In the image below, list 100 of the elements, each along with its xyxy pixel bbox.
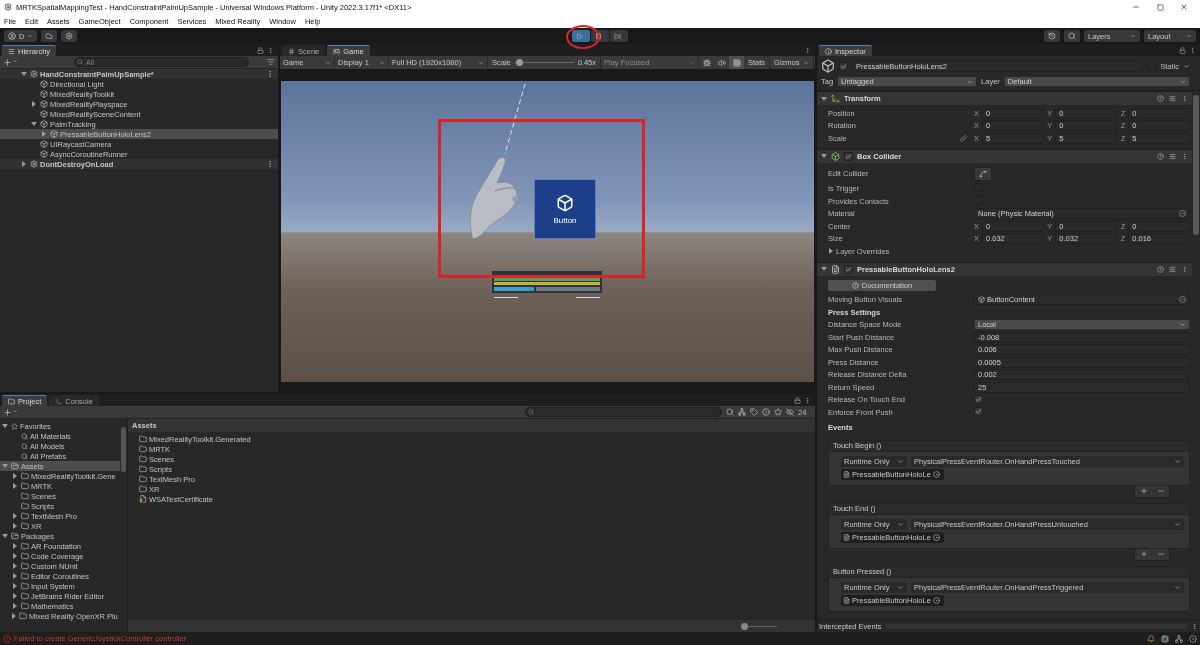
caret-down-icon[interactable]: [821, 95, 827, 102]
scale-slider[interactable]: [514, 59, 574, 66]
caret-right-icon[interactable]: [12, 523, 18, 529]
add-button[interactable]: [1139, 550, 1148, 558]
search-window-icon[interactable]: [726, 408, 734, 416]
caret-right-icon[interactable]: [12, 553, 18, 559]
caret-right-icon[interactable]: [12, 543, 18, 549]
add-button[interactable]: [1139, 487, 1148, 495]
scrollbar[interactable]: [121, 427, 126, 472]
check-icon: [845, 265, 852, 273]
help-icon[interactable]: [1157, 95, 1164, 102]
caret-right-icon[interactable]: [21, 161, 27, 167]
slider-thumb[interactable]: [515, 59, 523, 66]
slider-thumb[interactable]: [741, 622, 748, 630]
folder-icon: [8, 397, 15, 405]
object-picker-icon: [932, 596, 940, 604]
grid-button[interactable]: [729, 56, 744, 69]
bell-icon[interactable]: [1147, 634, 1155, 643]
more-icon[interactable]: [266, 70, 274, 78]
lock-icon[interactable]: [794, 397, 801, 404]
caret-right-icon[interactable]: [12, 513, 18, 519]
checkbox[interactable]: [844, 151, 853, 161]
caret-right-icon[interactable]: [12, 573, 18, 579]
add-button[interactable]: [3, 57, 18, 67]
caret-down-icon[interactable]: [31, 121, 37, 127]
folder-icon: [21, 502, 29, 510]
caret-right-icon[interactable]: [12, 593, 18, 599]
caret-icon: [27, 33, 34, 39]
type-filter-icon[interactable]: [738, 408, 746, 416]
sliders-icon[interactable]: [1169, 265, 1176, 273]
console-icon: [55, 397, 63, 405]
caret-icon: [325, 59, 331, 66]
sliders-icon[interactable]: [1169, 152, 1176, 160]
more-icon[interactable]: [266, 160, 274, 168]
cloud-button[interactable]: [41, 30, 58, 42]
caret-down-icon[interactable]: [2, 533, 8, 539]
caret-down-icon[interactable]: [821, 266, 827, 272]
folder-icon: [21, 542, 29, 550]
edit-collider-button[interactable]: [974, 166, 992, 181]
folder-icon: [139, 475, 147, 483]
caret-right-icon[interactable]: [31, 101, 37, 107]
pause-button[interactable]: [591, 30, 609, 42]
caret-down-icon[interactable]: [821, 153, 827, 159]
tag-icon[interactable]: [750, 408, 758, 416]
folder-icon: [139, 465, 147, 473]
caret-right-icon[interactable]: [12, 583, 18, 589]
hologram-label: Button: [553, 215, 577, 225]
checkbox[interactable]: [974, 407, 983, 417]
caret-right-icon[interactable]: [12, 563, 18, 569]
folder-icon: [21, 472, 29, 480]
caret-down-icon[interactable]: [21, 71, 27, 77]
settings-button[interactable]: [61, 30, 78, 42]
cube-icon: [40, 120, 48, 128]
checkbox[interactable]: [844, 264, 853, 274]
search-icon: [1068, 32, 1076, 40]
help-icon[interactable]: [1157, 152, 1164, 160]
curve-icon: [979, 169, 987, 178]
star-icon: [11, 422, 18, 430]
user-icon: [8, 32, 16, 40]
cube-icon: [40, 90, 48, 98]
checkbox[interactable]: [974, 394, 983, 404]
caret-down-icon[interactable]: [2, 423, 8, 429]
caret-right-icon[interactable]: [11, 613, 17, 619]
open-folder-icon: [11, 532, 19, 540]
caret-right-icon[interactable]: [12, 483, 18, 489]
close-icon: [1180, 3, 1188, 11]
play-button[interactable]: [572, 30, 590, 42]
status-icon[interactable]: [1189, 634, 1197, 643]
filter-icon[interactable]: [267, 58, 275, 66]
lock-icon[interactable]: [1179, 47, 1186, 54]
link-icon[interactable]: [960, 134, 967, 142]
object-picker-icon[interactable]: [1179, 296, 1186, 304]
caret-icon: [1130, 33, 1136, 39]
search-field[interactable]: [525, 407, 722, 417]
search-icon: [21, 442, 28, 450]
caret-right-icon[interactable]: [41, 131, 47, 137]
help-icon[interactable]: [1157, 265, 1164, 273]
play-icon: [576, 32, 583, 40]
add-button[interactable]: [3, 407, 18, 417]
plus-icon: [3, 407, 12, 417]
settings-icon: [65, 32, 74, 40]
object-picker-icon[interactable]: [1179, 210, 1186, 218]
zoom-slider[interactable]: [741, 622, 777, 630]
caret-down-icon[interactable]: [2, 463, 8, 469]
sliders-icon[interactable]: [1169, 95, 1176, 102]
step-icon: [614, 32, 621, 40]
caret-right-icon[interactable]: [12, 473, 18, 479]
scrollbar[interactable]: [1193, 95, 1199, 235]
search-button[interactable]: [1064, 30, 1080, 42]
warning-icon[interactable]: [762, 408, 770, 416]
network-icon[interactable]: [1175, 634, 1183, 643]
checkbox[interactable]: [839, 61, 848, 71]
lock-icon[interactable]: [257, 47, 264, 54]
caret-right-icon[interactable]: [828, 248, 834, 255]
caret-right-icon[interactable]: [12, 603, 18, 609]
hidden-icon[interactable]: [786, 408, 794, 416]
history-button[interactable]: [1044, 30, 1060, 42]
star-icon[interactable]: [774, 408, 782, 416]
step-button[interactable]: [610, 30, 628, 42]
certificate-icon: [139, 495, 147, 503]
